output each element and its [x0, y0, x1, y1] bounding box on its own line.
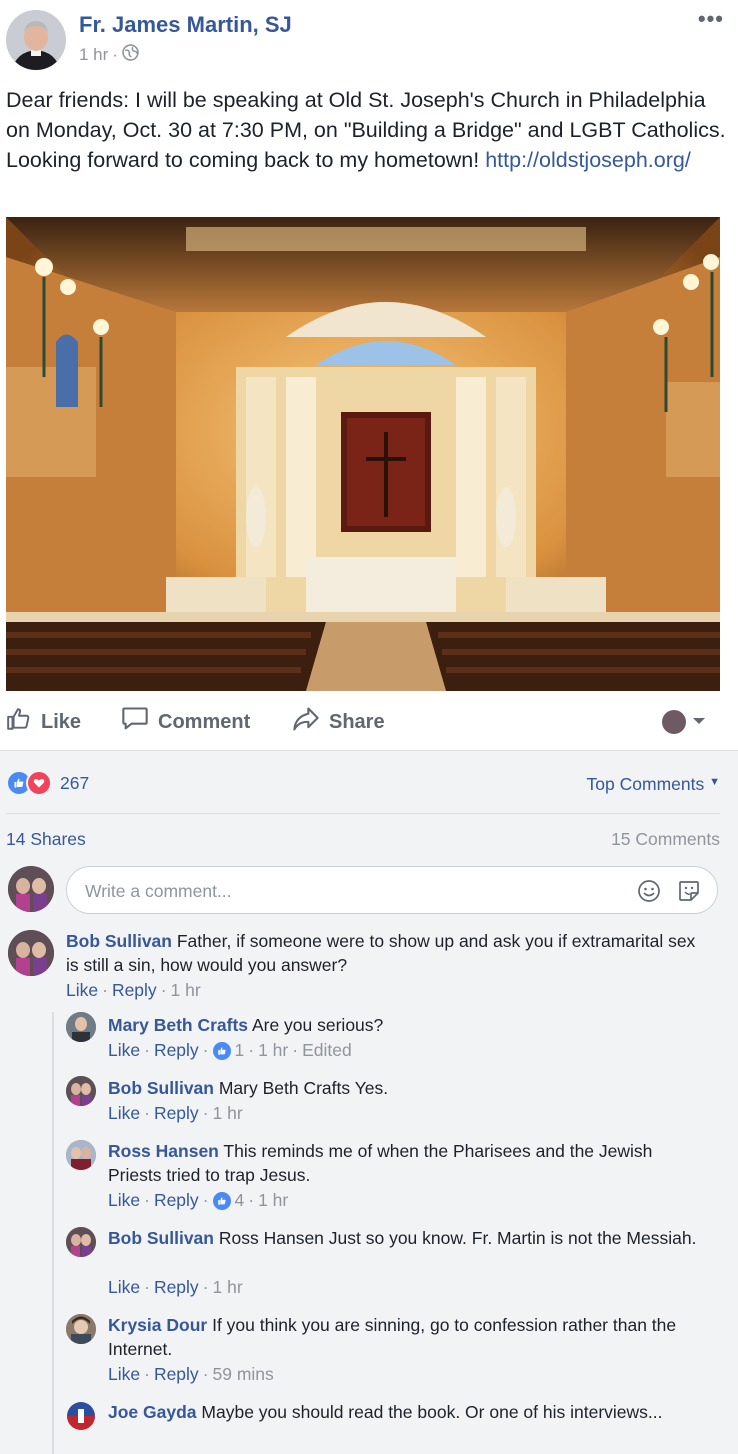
viewer-avatar — [662, 710, 686, 734]
reply-body: Bob Sullivan Ross Hansen Just so you kno… — [108, 1226, 708, 1250]
chevron-down-icon — [692, 713, 706, 731]
comment-text: Ross Hansen Just so you know. Fr. Martin… — [218, 1228, 697, 1248]
like-count-icon — [212, 1191, 231, 1210]
commenter-avatar[interactable] — [66, 1076, 96, 1106]
post-time[interactable]: 1 hr — [79, 45, 108, 65]
reply-thread-line — [52, 1012, 54, 1454]
author-name[interactable]: Fr. James Martin, SJ — [79, 12, 292, 38]
reply-body: Mary Beth Crafts Are you serious? — [108, 1013, 708, 1037]
love-reaction-icon — [26, 770, 52, 796]
like-button[interactable]: Like — [6, 704, 81, 740]
comment-text: Are you serious? — [251, 1015, 384, 1035]
comment-reply-link[interactable]: Reply — [154, 1277, 199, 1298]
reply-body: Ross Hansen This reminds me of when the … — [108, 1139, 708, 1187]
commenter-avatar[interactable] — [8, 930, 54, 976]
like-label: Like — [41, 710, 82, 733]
commenter-name[interactable]: Joe Gayda — [108, 1402, 197, 1422]
commenter-name[interactable]: Krysia Dour — [108, 1315, 207, 1335]
globe-icon — [122, 44, 139, 66]
comment-time[interactable]: 1 hr — [213, 1277, 243, 1298]
reply-body: Krysia Dour If you think you are sinning… — [108, 1313, 708, 1361]
comment-actions: Like · Reply · 1 hr — [108, 1277, 243, 1298]
comment-placeholder: Write a comment... — [85, 881, 232, 901]
reactions-summary[interactable]: 267 — [6, 770, 89, 796]
post-text: Dear friends: I will be speaking at Old … — [6, 85, 726, 175]
commenter-avatar[interactable] — [66, 1314, 96, 1344]
shares-count[interactable]: 14 Shares — [6, 829, 86, 850]
reply-body: Bob Sullivan Mary Beth Crafts Yes. — [108, 1076, 708, 1100]
commenter-name[interactable]: Bob Sullivan — [66, 931, 172, 951]
sticker-icon[interactable] — [677, 879, 701, 908]
comment-like-link[interactable]: Like — [108, 1190, 140, 1211]
viewer-avatar — [8, 866, 54, 912]
commenter-avatar[interactable] — [66, 1401, 96, 1431]
comment-reply-link[interactable]: Reply — [154, 1103, 199, 1124]
commenter-name[interactable]: Ross Hansen — [108, 1141, 219, 1161]
comment-time[interactable]: 1 hr — [258, 1040, 288, 1061]
comment-actions: Like · Reply · 1 hr — [66, 980, 201, 1001]
comment-actions: Like · Reply · 1 · 1 hr · Edited — [108, 1040, 352, 1061]
comment-like-count[interactable]: 1 — [235, 1040, 245, 1061]
more-options-icon[interactable]: ••• — [698, 6, 724, 32]
share-arrow-icon — [292, 706, 320, 738]
comment-like-link[interactable]: Like — [108, 1103, 140, 1124]
post-meta: 1 hr · — [79, 44, 139, 66]
commenter-name[interactable]: Bob Sullivan — [108, 1228, 214, 1248]
comment-like-link[interactable]: Like — [66, 980, 98, 1001]
post-link[interactable]: http://oldstjoseph.org/ — [485, 148, 691, 172]
author-avatar[interactable] — [6, 10, 66, 70]
comment-reply-link[interactable]: Reply — [154, 1040, 199, 1061]
comment-body: Bob Sullivan Father, if someone were to … — [66, 929, 706, 977]
emoji-icon[interactable] — [637, 879, 661, 908]
comment-time[interactable]: 1 hr — [171, 980, 201, 1001]
comment-sort-dropdown[interactable]: Top Comments ▼ — [587, 774, 720, 795]
comment-like-link[interactable]: Like — [108, 1040, 140, 1061]
comment-time[interactable]: 59 mins — [213, 1364, 274, 1385]
caret-down-icon: ▼ — [709, 776, 720, 788]
divider — [6, 813, 720, 814]
commenter-name[interactable]: Bob Sullivan — [108, 1078, 214, 1098]
comment-like-link[interactable]: Like — [108, 1364, 140, 1385]
commenter-avatar[interactable] — [66, 1012, 96, 1042]
comment-reply-link[interactable]: Reply — [154, 1364, 199, 1385]
comment-reply-link[interactable]: Reply — [154, 1190, 199, 1211]
reaction-count[interactable]: 267 — [60, 773, 89, 794]
comment-like-link[interactable]: Like — [108, 1277, 140, 1298]
post-as-selector[interactable] — [662, 710, 706, 734]
share-label: Share — [329, 710, 385, 733]
post-photo-church-interior[interactable] — [6, 217, 720, 691]
comment-time[interactable]: 1 hr — [258, 1190, 288, 1211]
commenter-avatar[interactable] — [66, 1227, 96, 1257]
comment-text: Maybe you should read the book. Or one o… — [201, 1402, 663, 1422]
comment-reply-link[interactable]: Reply — [112, 980, 157, 1001]
share-button[interactable]: Share — [292, 704, 385, 740]
commenter-avatar[interactable] — [66, 1140, 96, 1170]
comment-label: Comment — [158, 710, 251, 733]
reply-body: Joe Gayda Maybe you should read the book… — [108, 1400, 708, 1424]
speech-bubble-icon — [121, 706, 149, 738]
comment-text: Mary Beth Crafts Yes. — [218, 1078, 389, 1098]
comment-actions: Like · Reply · 59 mins — [108, 1364, 274, 1385]
edited-label[interactable]: Edited — [302, 1040, 352, 1061]
comment-actions: Like · Reply · 4 · 1 hr — [108, 1190, 289, 1211]
comment-time[interactable]: 1 hr — [213, 1103, 243, 1124]
thumbs-up-icon — [6, 706, 32, 738]
comments-count[interactable]: 15 Comments — [611, 829, 720, 850]
comment-like-count[interactable]: 4 — [235, 1190, 245, 1211]
sort-label: Top Comments — [586, 774, 705, 794]
comment-input[interactable]: Write a comment... — [66, 866, 718, 914]
comment-actions: Like · Reply · 1 hr — [108, 1103, 243, 1124]
commenter-name[interactable]: Mary Beth Crafts — [108, 1015, 248, 1035]
like-count-icon — [212, 1041, 231, 1060]
comment-button[interactable]: Comment — [121, 704, 250, 740]
meta-separator: · — [112, 45, 118, 64]
